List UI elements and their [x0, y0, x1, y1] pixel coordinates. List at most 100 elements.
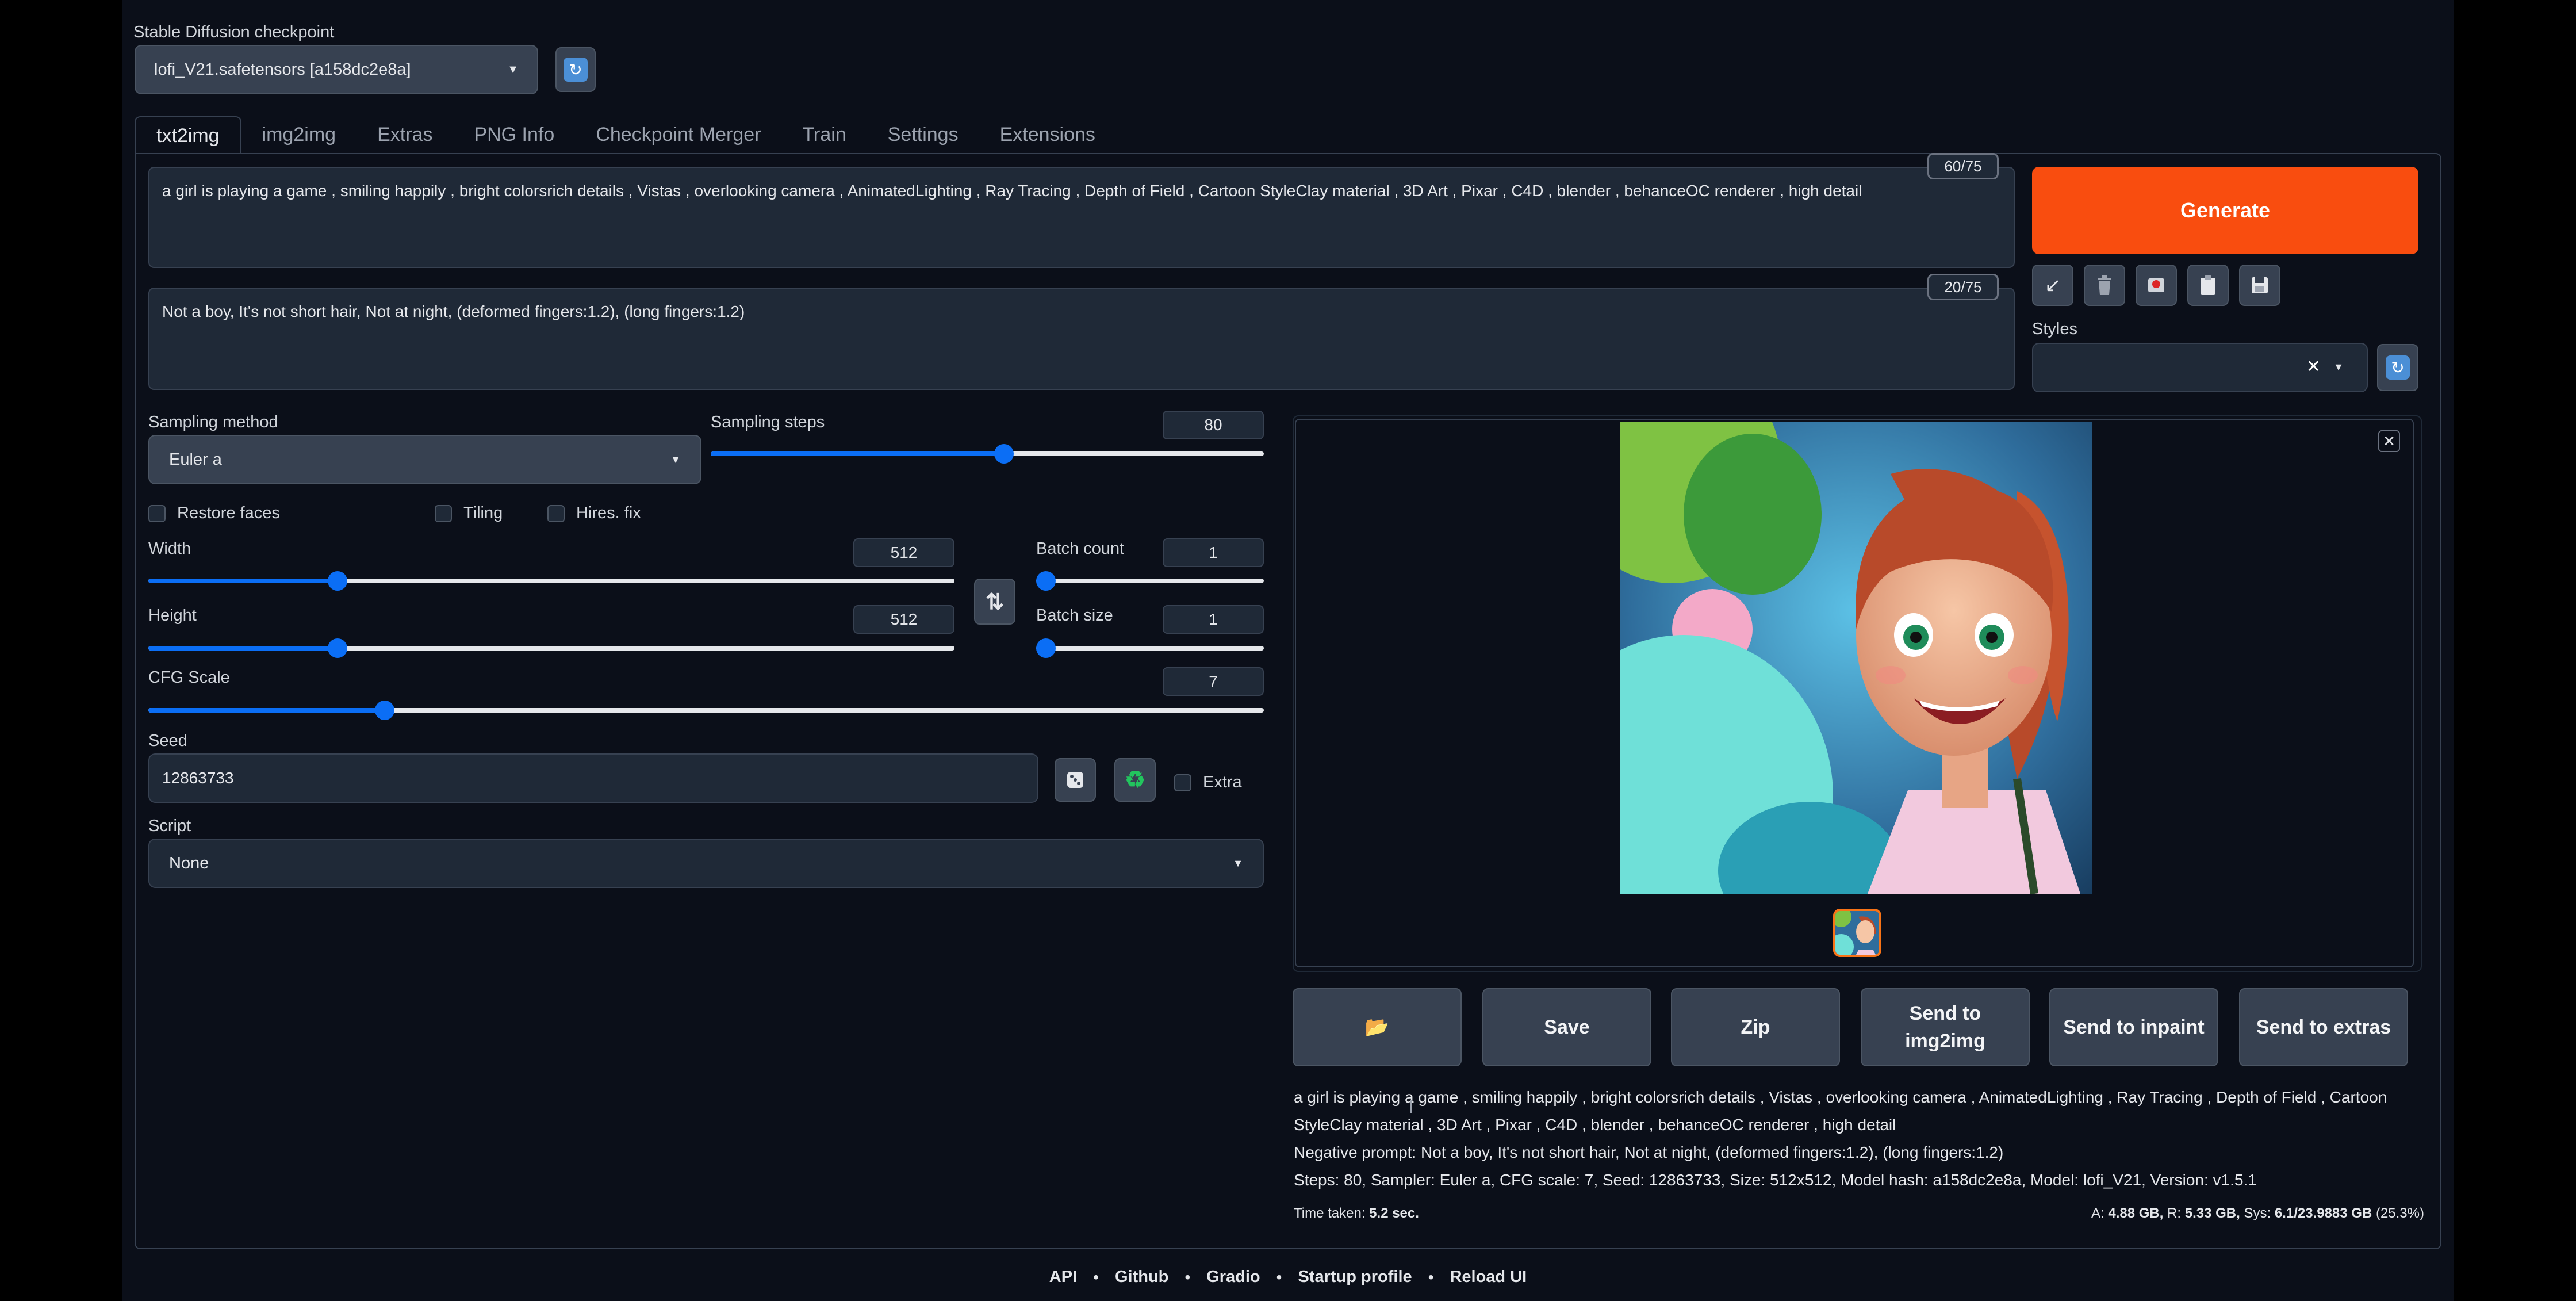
slider-track — [1036, 646, 1264, 650]
mem-sys-value: 6.1/23.9883 GB — [2274, 1206, 2372, 1221]
read-params-button[interactable]: ↙ — [2032, 265, 2073, 306]
cfg-scale-label: CFG Scale — [148, 668, 230, 687]
generated-image-art — [1620, 422, 2092, 894]
mem-r-value: 5.33 GB, — [2184, 1206, 2240, 1221]
footer-link-api[interactable]: API — [1049, 1268, 1077, 1287]
random-seed-button[interactable] — [1055, 758, 1096, 802]
time-taken-label: Time taken: — [1294, 1206, 1366, 1221]
height-input[interactable]: 512 — [853, 605, 954, 634]
footer-link-startup-profile[interactable]: Startup profile — [1298, 1268, 1412, 1287]
tab-checkpoint-merger[interactable]: Checkpoint Merger — [575, 116, 781, 154]
send-to-inpaint-button[interactable]: Send to inpaint — [2049, 988, 2218, 1066]
extra-checkbox[interactable] — [1174, 774, 1191, 791]
tiling-label: Tiling — [463, 504, 503, 522]
mem-r-label: R: — [2167, 1206, 2182, 1221]
swap-dimensions-button[interactable]: ⇅ — [974, 579, 1015, 625]
close-icon[interactable]: ✕ — [2378, 430, 2400, 452]
negative-token-counter: 20/75 — [1927, 274, 1999, 300]
restore-faces-option[interactable]: Restore faces — [148, 504, 280, 523]
tab-img2img[interactable]: img2img — [241, 116, 356, 154]
mem-a-value: 4.88 GB, — [2108, 1206, 2164, 1221]
cfg-scale-input[interactable]: 7 — [1163, 667, 1264, 696]
slider-thumb[interactable] — [994, 444, 1014, 464]
tab-settings[interactable]: Settings — [867, 116, 979, 154]
tab-extras[interactable]: Extras — [356, 116, 453, 154]
tiling-option[interactable]: Tiling — [435, 504, 503, 523]
floppy-disk-icon — [2252, 277, 2268, 293]
tab-extensions[interactable]: Extensions — [979, 116, 1116, 154]
slider-thumb[interactable] — [1036, 571, 1056, 591]
generation-info: a girl is playing a game , smiling happi… — [1294, 1084, 2421, 1194]
thumbnail-art — [1835, 911, 1879, 955]
width-input[interactable]: 512 — [853, 538, 954, 567]
save-button[interactable]: Save — [1482, 988, 1651, 1066]
tab-train[interactable]: Train — [782, 116, 867, 154]
slider-thumb[interactable] — [328, 638, 348, 658]
height-slider[interactable] — [148, 638, 954, 658]
batch-count-input[interactable]: 1 — [1163, 538, 1264, 567]
send-to-img2img-button[interactable]: Send to img2img — [1861, 988, 2030, 1066]
slider-fill — [148, 579, 338, 583]
footer-link-reload-ui[interactable]: Reload UI — [1450, 1268, 1527, 1287]
styles-dropdown[interactable]: ✕ ▼ — [2032, 343, 2368, 392]
batch-size-input[interactable]: 1 — [1163, 605, 1264, 634]
arrow-down-left-icon: ↙ — [2044, 274, 2061, 296]
hires-fix-option[interactable]: Hires. fix — [547, 504, 641, 523]
width-slider[interactable] — [148, 571, 954, 591]
extra-networks-button[interactable] — [2136, 265, 2177, 306]
seed-input[interactable]: 12863733 — [148, 753, 1038, 803]
footer-link-gradio[interactable]: Gradio — [1206, 1268, 1260, 1287]
slider-thumb[interactable] — [375, 701, 395, 720]
sampling-steps-input[interactable]: 80 — [1163, 411, 1264, 439]
chevron-down-icon: ▼ — [670, 453, 681, 465]
reuse-seed-button[interactable]: ♻ — [1114, 758, 1156, 802]
slider-thumb[interactable] — [328, 571, 348, 591]
prompt-textarea[interactable]: a girl is playing a game , smiling happi… — [148, 167, 2015, 268]
checkpoint-select[interactable]: lofi_V21.safetensors [a158dc2e8a] ▼ — [135, 45, 538, 94]
apply-style-button[interactable] — [2187, 265, 2229, 306]
mem-sys-label: Sys: — [2244, 1206, 2271, 1221]
time-taken-value: 5.2 sec. — [1369, 1206, 1419, 1221]
batch-size-slider[interactable] — [1036, 638, 1264, 658]
batch-count-slider[interactable] — [1036, 571, 1264, 591]
footer-link-github[interactable]: Github — [1115, 1268, 1168, 1287]
sampling-steps-label: Sampling steps — [711, 413, 825, 431]
save-style-button[interactable] — [2239, 265, 2280, 306]
gallery-thumbnail[interactable] — [1833, 909, 1881, 957]
text-cursor-icon: I — [1409, 1096, 1414, 1117]
hires-fix-checkbox[interactable] — [547, 504, 565, 522]
clear-x-icon[interactable]: ✕ — [2306, 357, 2321, 377]
tiling-checkbox[interactable] — [435, 504, 452, 522]
batch-size-label: Batch size — [1036, 606, 1113, 625]
slider-fill — [711, 451, 1004, 456]
chevron-down-icon: ▼ — [507, 63, 519, 76]
send-to-extras-button[interactable]: Send to extras — [2239, 988, 2408, 1066]
footer-separator: • — [1276, 1268, 1282, 1286]
recycle-icon: ♻ — [1125, 767, 1145, 793]
refresh-styles-button[interactable]: ↻ — [2377, 344, 2418, 391]
generate-button[interactable]: Generate — [2032, 167, 2418, 254]
dice-icon — [1067, 772, 1083, 788]
script-select[interactable]: None ▼ — [148, 839, 1264, 888]
negative-prompt-textarea[interactable]: Not a boy, It's not short hair, Not at n… — [148, 288, 2015, 390]
footer-separator: • — [1184, 1268, 1191, 1286]
tab-txt2img[interactable]: txt2img — [135, 116, 241, 154]
swap-vertical-icon: ⇅ — [986, 590, 1004, 614]
restore-faces-checkbox[interactable] — [148, 504, 166, 522]
open-folder-button[interactable]: 📂 — [1293, 988, 1462, 1066]
sampling-method-select[interactable]: Euler a ▼ — [148, 435, 702, 484]
slider-thumb[interactable] — [1036, 638, 1056, 658]
sampling-method-value: Euler a — [169, 450, 222, 469]
cfg-scale-slider[interactable] — [148, 701, 1264, 720]
footer-separator: • — [1093, 1268, 1099, 1286]
hires-fix-label: Hires. fix — [576, 504, 641, 522]
clear-prompt-button[interactable] — [2084, 265, 2125, 306]
refresh-checkpoint-button[interactable]: ↻ — [555, 47, 596, 92]
extra-seed-option[interactable]: Extra — [1174, 773, 1242, 792]
sampling-steps-slider[interactable] — [711, 444, 1264, 464]
zip-button[interactable]: Zip — [1671, 988, 1840, 1066]
clipboard-icon — [2201, 275, 2215, 295]
tab-png-info[interactable]: PNG Info — [453, 116, 575, 154]
sampling-method-label: Sampling method — [148, 413, 278, 431]
generated-image[interactable] — [1620, 422, 2092, 894]
